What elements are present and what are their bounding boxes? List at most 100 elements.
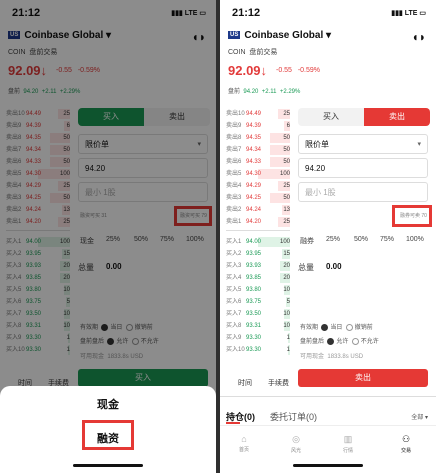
ask-vol: 50	[283, 147, 290, 153]
bid-vol: 20	[283, 275, 290, 281]
book-divider	[226, 230, 290, 231]
ask-label: 卖出5	[226, 171, 242, 177]
home-icon: ⌂	[241, 434, 247, 444]
ask-vol: 50	[283, 159, 290, 165]
stock-header[interactable]: US Coinbase Global ▾	[228, 30, 331, 41]
sheet-option-cash[interactable]: 现金	[0, 396, 216, 412]
bid-price: 94.00	[246, 239, 262, 245]
bid-label: 买入1	[226, 239, 242, 245]
sell-button[interactable]: 卖出	[298, 369, 428, 387]
highlight-box	[392, 205, 432, 227]
ask-price: 94.20	[246, 219, 262, 225]
ask-row[interactable]: 卖出5 94.30 100	[226, 168, 290, 180]
bid-row[interactable]: 买入5 93.80 10	[226, 284, 290, 296]
status-time: 21:12	[232, 7, 261, 19]
bid-price: 93.30	[246, 347, 262, 353]
available-cash: 可用现金 1833.8s USD	[300, 354, 364, 360]
bid-row[interactable]: 买入8 93.31 10	[226, 320, 290, 332]
bid-vol: 10	[283, 311, 290, 317]
bid-price: 93.30	[246, 335, 262, 341]
pct-75[interactable]: 75%	[380, 236, 394, 243]
ask-label: 卖出3	[226, 195, 242, 201]
ask-price: 94.29	[246, 183, 262, 189]
discover-icon: ◎	[292, 434, 300, 444]
ask-vol: 25	[283, 183, 290, 189]
order-type-select[interactable]: 限价单 ▾	[298, 134, 428, 154]
bid-vol: 5	[286, 299, 290, 305]
bid-label: 买入7	[226, 311, 242, 317]
bid-price: 93.95	[246, 251, 262, 257]
ask-row[interactable]: 卖出10 94.49 25	[226, 108, 290, 120]
ask-row[interactable]: 卖出9 94.39 6	[226, 120, 290, 132]
ask-label: 卖出1	[226, 219, 242, 225]
bid-vol: 1	[286, 347, 290, 353]
bid-row[interactable]: 买入3 93.93 20	[226, 260, 290, 272]
bid-row[interactable]: 买入1 94.00 100	[226, 236, 290, 248]
bid-label: 买入2	[226, 251, 242, 257]
tab-orders[interactable]: 委托订单(0)	[270, 410, 317, 423]
bid-row[interactable]: 买入7 93.50 10	[226, 308, 290, 320]
bid-vol: 10	[283, 287, 290, 293]
nav-discover[interactable]: ◎ 风光	[276, 434, 316, 454]
highlight-box	[82, 420, 134, 450]
ask-label: 卖出4	[226, 183, 242, 189]
filter-select[interactable]: 全部 ▾	[411, 412, 428, 421]
bid-row[interactable]: 买入2 93.95 15	[226, 248, 290, 260]
ask-row[interactable]: 卖出7 94.34 50	[226, 144, 290, 156]
ask-row[interactable]: 卖出6 94.33 50	[226, 156, 290, 168]
tab-sell[interactable]: 卖出	[364, 108, 430, 126]
bid-label: 买入4	[226, 275, 242, 281]
ask-row[interactable]: 卖出3 94.25 50	[226, 192, 290, 204]
pct-50[interactable]: 50%	[354, 236, 368, 243]
ask-row[interactable]: 卖出4 94.29 25	[226, 180, 290, 192]
trade-icon: ⚇	[401, 434, 411, 444]
ask-label: 卖出6	[226, 159, 242, 165]
nav-trade[interactable]: ⚇ 交易	[386, 434, 426, 454]
bid-price: 93.85	[246, 275, 262, 281]
ask-vol: 25	[283, 111, 290, 117]
right-screen: 21:12 ▮▮▮ LTE ▭ US Coinbase Global ▾ ◖◗ C…	[220, 0, 436, 473]
ask-price: 94.39	[246, 123, 262, 129]
active-tab-indicator	[226, 422, 240, 424]
robot-icon[interactable]: ◖◗	[412, 30, 427, 44]
total-label: 总量	[298, 263, 314, 272]
tab-time[interactable]: 时间	[238, 378, 252, 388]
bid-label: 买入9	[226, 335, 242, 341]
ask-price: 94.25	[246, 195, 262, 201]
bid-row[interactable]: 买入4 93.85 20	[226, 272, 290, 284]
ask-label: 卖出7	[226, 147, 242, 153]
ask-label: 卖出9	[226, 123, 242, 129]
bid-row[interactable]: 买入9 93.30 1	[226, 332, 290, 344]
ask-row[interactable]: 卖出1 94.20 25	[226, 216, 290, 228]
ask-vol: 13	[283, 207, 290, 213]
bid-row[interactable]: 买入10 93.30 1	[226, 344, 290, 356]
bid-row[interactable]: 买入6 93.75 5	[226, 296, 290, 308]
bid-price: 93.93	[246, 263, 262, 269]
tab-fee[interactable]: 手续费	[268, 378, 289, 388]
home-indicator	[73, 464, 143, 467]
ask-price: 94.24	[246, 207, 262, 213]
stock-price: 92.09↓	[228, 63, 268, 78]
quantity-input[interactable]: 最小 1股	[298, 182, 428, 202]
stock-change: -0.55 -0.59%	[276, 67, 320, 74]
bid-label: 买入8	[226, 323, 242, 329]
tab-buy[interactable]: 买入	[298, 108, 364, 126]
ask-row[interactable]: 卖出2 94.24 13	[226, 204, 290, 216]
pct-100[interactable]: 100%	[406, 236, 424, 243]
ask-row[interactable]: 卖出8 94.35 50	[226, 132, 290, 144]
chevron-down-icon: ▾	[326, 30, 332, 41]
bid-vol: 1	[286, 335, 290, 341]
nav-home[interactable]: ⌂ 首页	[224, 434, 264, 453]
ask-vol: 50	[283, 135, 290, 141]
ask-price: 94.35	[246, 135, 262, 141]
market-flag: US	[228, 31, 241, 40]
bid-vol: 20	[283, 263, 290, 269]
bid-label: 买入10	[226, 347, 245, 353]
nav-market[interactable]: ▥ 行情	[328, 434, 368, 454]
total-value: 0.00	[326, 262, 342, 271]
price-input[interactable]: 94.20	[298, 158, 428, 178]
validity-row: 有效期 当日 撤销前	[300, 323, 373, 331]
account-type-short[interactable]: 融券	[300, 236, 314, 246]
pct-25[interactable]: 25%	[326, 236, 340, 243]
ask-vol: 100	[279, 171, 290, 177]
